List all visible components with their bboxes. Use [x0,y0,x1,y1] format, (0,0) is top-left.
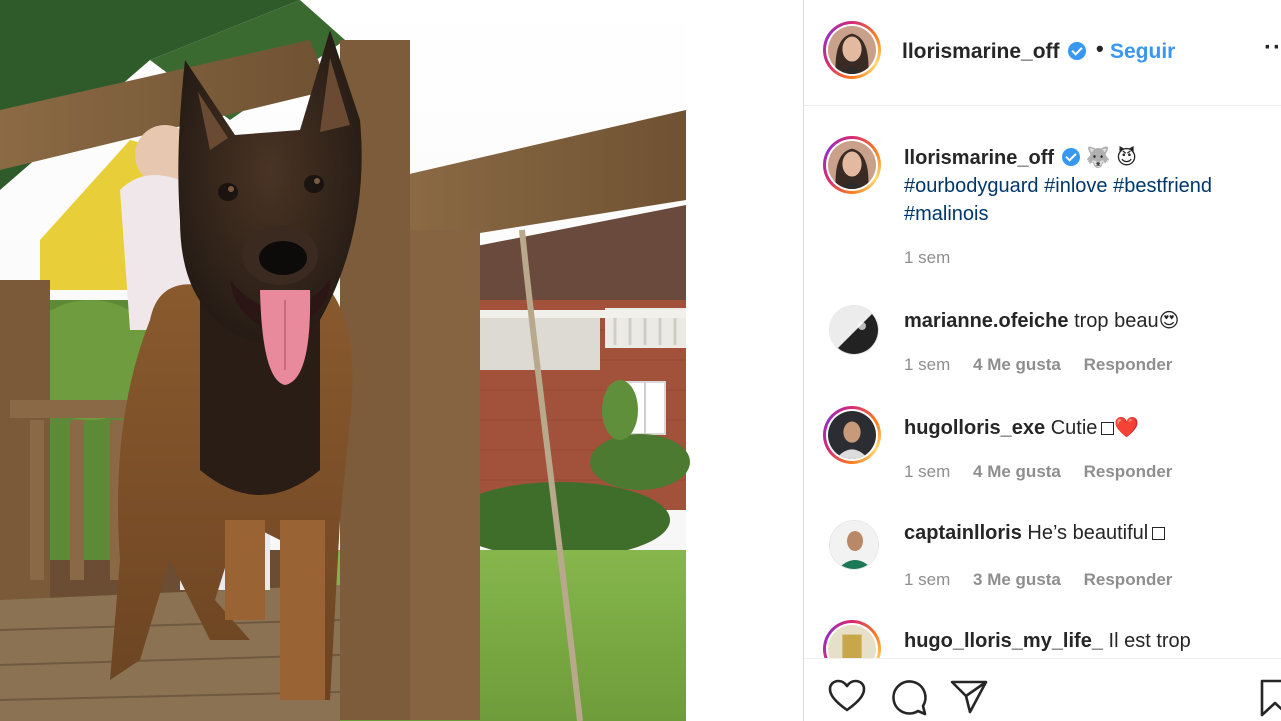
comment-1: marianne.ofeiche trop beau😍 [904,308,1179,333]
header-separator: • [1096,36,1104,61]
more-options-button[interactable]: ·· [1264,34,1281,62]
post-photo[interactable] [0,0,803,721]
comment-avatar[interactable] [829,520,879,570]
comment-username[interactable]: marianne.ofeiche [904,310,1069,332]
caption-time[interactable]: 1 sem [904,248,950,267]
dog-photo-image [0,0,803,721]
comment-icon[interactable] [890,679,928,717]
hashtag-bestfriend[interactable]: #bestfriend [1113,175,1212,197]
reply-button[interactable]: Responder [1084,570,1173,589]
post-header: llorismarine_off • Seguir ·· [804,0,1281,106]
comment-2: hugolloris_exe Cutie ❤️ [904,415,1139,440]
header-username[interactable]: llorismarine_off [902,40,1086,64]
comment-avatar-image [830,521,878,569]
caption: llorismarine_off 🐺 😈 #ourbodyguard #inlo… [904,144,1269,228]
reply-button[interactable]: Responder [1084,355,1173,374]
hashtag-ourbodyguard[interactable]: #ourbodyguard [904,175,1039,197]
post-side-panel: llorismarine_off • Seguir ·· llorismarin… [803,0,1281,721]
comment-username[interactable]: hugo_lloris_my_life_ [904,630,1103,652]
author-avatar[interactable] [823,21,881,79]
comment-likes[interactable]: 4 Me gusta [973,462,1061,481]
verified-badge-icon [1067,42,1086,60]
comment-avatar[interactable] [829,305,879,355]
comment-time[interactable]: 1 sem [904,355,950,374]
comment-meta: 1 sem 4 Me gusta Responder [904,462,1190,482]
bookmark-icon[interactable] [1260,679,1281,717]
reply-button[interactable]: Responder [1084,462,1173,481]
comment-avatar-image [830,306,878,354]
caption-avatar-image [828,141,876,189]
hashtag-malinois[interactable]: #malinois [904,203,988,225]
comment-3: captainlloris He’s beautiful [904,522,1166,545]
share-icon[interactable] [950,679,988,715]
comment-likes[interactable]: 3 Me gusta [973,570,1061,589]
comment-body: trop beau😍 [1074,310,1180,332]
comment-suffix: ❤️ [1114,417,1140,439]
header-username-text[interactable]: llorismarine_off [902,40,1060,63]
post-actions-bar [804,658,1281,721]
caption-avatar[interactable] [823,136,881,194]
comment-4: hugo_lloris_my_life_ Il est trop [904,630,1191,653]
follow-button[interactable]: Seguir [1110,40,1175,64]
hashtag-inlove[interactable]: #inlove [1044,175,1107,197]
comment-body: Il est trop [1108,630,1191,652]
comment-username[interactable]: hugolloris_exe [904,417,1045,439]
comment-meta: 1 sem 4 Me gusta Responder [904,355,1190,375]
comment-time[interactable]: 1 sem [904,570,950,589]
comment-body: He’s beautiful [1027,522,1149,544]
caption-username[interactable]: llorismarine_off [904,147,1054,169]
comment-time[interactable]: 1 sem [904,462,950,481]
missing-emoji-icon [1152,527,1166,540]
author-avatar-image [828,26,876,74]
comment-username[interactable]: captainlloris [904,522,1022,544]
verified-badge-icon [1062,148,1081,166]
comment-meta: 1 sem 3 Me gusta Responder [904,570,1190,590]
comment-avatar-image [828,411,876,459]
caption-emojis: 🐺 😈 [1085,147,1137,169]
heart-icon[interactable] [828,679,866,713]
comment-avatar[interactable] [823,406,881,464]
comment-body: Cutie [1050,417,1098,439]
comment-likes[interactable]: 4 Me gusta [973,355,1061,374]
missing-emoji-icon [1101,422,1115,435]
caption-meta: 1 sem [904,248,968,268]
